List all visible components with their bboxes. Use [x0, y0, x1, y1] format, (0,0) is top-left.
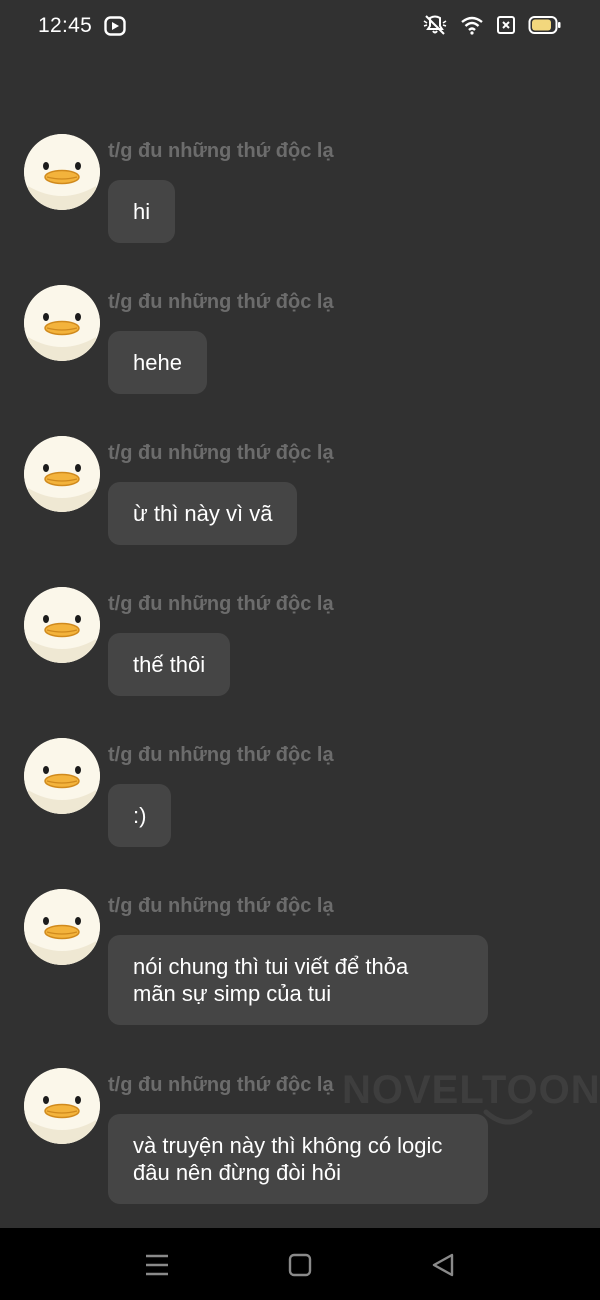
avatar[interactable]: [24, 134, 100, 210]
avatar[interactable]: [24, 587, 100, 663]
avatar[interactable]: [24, 436, 100, 512]
message-list[interactable]: t/g đu những thứ độc lạ hi t/g đu những …: [0, 0, 600, 1228]
sender-name: t/g đu những thứ độc lạ: [108, 1074, 334, 1096]
message-line: mãn sự simp của tui: [133, 981, 332, 1006]
message-line: đâu nên đừng đòi hỏi: [133, 1160, 342, 1185]
sender-name: t/g đu những thứ độc lạ: [108, 593, 334, 615]
message-bubble[interactable]: nói chung thì tui viết để thỏa mãn sự si…: [108, 935, 488, 1025]
navigation-bar: [0, 1228, 600, 1300]
sender-name: t/g đu những thứ độc lạ: [108, 140, 334, 162]
home-square-icon[interactable]: [285, 1250, 315, 1280]
back-triangle-icon[interactable]: [428, 1250, 458, 1280]
message-bubble[interactable]: ừ thì này vì vã: [108, 482, 298, 545]
avatar[interactable]: [24, 738, 100, 814]
message-bubble[interactable]: và truyện này thì không có logic đâu nên…: [108, 1114, 488, 1204]
menu-icon[interactable]: [142, 1250, 172, 1280]
sender-name: t/g đu những thứ độc lạ: [108, 291, 334, 313]
sender-name: t/g đu những thứ độc lạ: [108, 442, 334, 464]
message-bubble[interactable]: thế thôi: [108, 633, 231, 696]
watermark-smile-icon: [478, 1108, 538, 1135]
watermark: NOVELTOON: [342, 1068, 600, 1112]
avatar[interactable]: [24, 889, 100, 965]
message-bubble[interactable]: hi: [108, 180, 176, 243]
avatar[interactable]: [24, 1068, 100, 1144]
sender-name: t/g đu những thứ độc lạ: [108, 744, 334, 766]
message-line: nói chung thì tui viết để thỏa: [133, 954, 409, 979]
avatar[interactable]: [24, 285, 100, 361]
message-line: và truyện này thì không có logic: [133, 1133, 443, 1158]
sender-name: t/g đu những thứ độc lạ: [108, 895, 334, 917]
message-bubble[interactable]: hehe: [108, 331, 207, 394]
message-bubble[interactable]: :): [108, 784, 172, 847]
